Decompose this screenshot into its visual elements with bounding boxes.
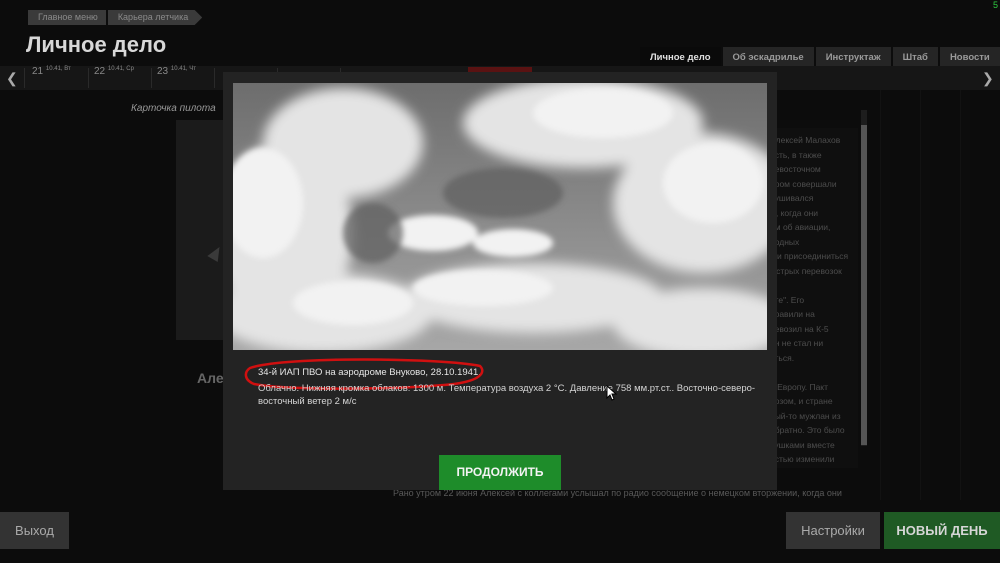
chevron-left-icon[interactable]: ❮ xyxy=(6,70,18,87)
breadcrumb-main-menu[interactable]: Главное меню xyxy=(28,10,106,25)
biography-line: певозил на К-5 xyxy=(770,323,829,334)
date-cell[interactable]: 22 10.41, Ср xyxy=(94,66,134,77)
date-day: 21 xyxy=(32,66,44,77)
biography-line: он не стал ни xyxy=(770,338,824,348)
tab-news[interactable]: Новости xyxy=(939,47,1000,68)
date-cell[interactable]: 23 10.41, Чт xyxy=(157,66,196,77)
biography-line: ость, в также xyxy=(770,149,822,160)
pilot-card-label: Карточка пилота xyxy=(131,103,216,114)
continue-button[interactable]: ПРОДОЛЖИТЬ xyxy=(439,455,561,490)
biography-line: остью изменили xyxy=(770,454,835,464)
biography-line: им об авиации, xyxy=(770,222,831,232)
biography-line: ный-то мужлан из xyxy=(770,410,841,421)
exit-button[interactable]: Выход xyxy=(0,512,69,549)
tab-briefing[interactable]: Инструктаж xyxy=(815,47,891,68)
biography-line: певосточном xyxy=(770,164,821,174)
biography-line: а Европу. Пакт xyxy=(770,381,828,392)
biography-line: вушками вместе xyxy=(770,439,835,450)
date-day: 23 xyxy=(157,66,169,77)
date-sup: 10.41, Чт xyxy=(170,66,197,72)
tab-hq[interactable]: Штаб xyxy=(892,47,938,68)
page-title: Личное дело xyxy=(26,32,167,57)
mouse-cursor-icon xyxy=(606,385,618,401)
breadcrumb-career[interactable]: Карьера летчика xyxy=(107,10,203,25)
breadcrumb: Главное меню Карьера летчика xyxy=(28,10,204,25)
biography-line: гти присоединиться xyxy=(770,251,849,261)
tab-personal-file[interactable]: Личное дело xyxy=(640,47,721,68)
biography-line: розом, и стране xyxy=(770,396,833,406)
fps-counter: 5 xyxy=(992,0,998,10)
date-sup: 10.41, Ср xyxy=(107,66,134,72)
biography-line: ыстрых перевозок xyxy=(770,265,842,276)
background-grid xyxy=(880,90,1000,500)
settings-button[interactable]: Настройки xyxy=(786,512,880,549)
new-day-button[interactable]: НОВЫЙ ДЕНЬ xyxy=(884,512,1000,549)
biography-line: м, когда они xyxy=(770,207,819,218)
chevron-right-icon[interactable]: ❯ xyxy=(982,70,994,87)
biography-line: ором совершали xyxy=(770,178,837,189)
weather-report: Облачно. Нижняя кромка облаков: 1300 м. … xyxy=(258,383,756,407)
tab-bar: Личное дело Об эскадрилье Инструктаж Шта… xyxy=(638,47,1000,68)
sky-image xyxy=(233,83,767,350)
biography-line: Алексей Малахов xyxy=(770,135,841,145)
date-sup: 10.41, Вт xyxy=(45,66,71,72)
date-day: 22 xyxy=(94,66,106,77)
scrollbar-thumb[interactable] xyxy=(861,125,867,445)
date-cell[interactable]: 21 10.41, Вт xyxy=(32,66,71,77)
biography-line: обратно. Это было xyxy=(770,425,845,435)
tab-squadron[interactable]: Об эскадрилье xyxy=(722,47,814,68)
